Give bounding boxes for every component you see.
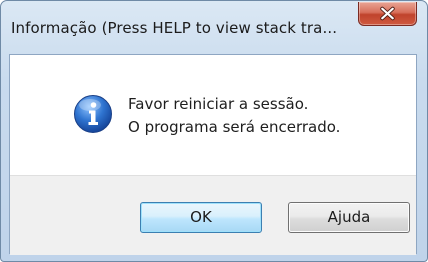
close-icon [380, 6, 395, 21]
information-icon [74, 95, 112, 133]
message-line-2: O programa será encerrado. [128, 118, 341, 136]
title-bar[interactable]: Informação (Press HELP to view stack tra… [1, 1, 427, 53]
dialog-window: Informação (Press HELP to view stack tra… [0, 0, 428, 262]
window-title: Informação (Press HELP to view stack tra… [11, 19, 338, 37]
close-button[interactable] [358, 2, 417, 26]
message-text: Favor reiniciar a sessão. O programa ser… [128, 93, 340, 139]
message-line-1: Favor reiniciar a sessão. [128, 95, 309, 113]
ok-button[interactable]: OK [140, 202, 262, 233]
dialog-content: Favor reiniciar a sessão. O programa ser… [9, 54, 417, 255]
help-button[interactable]: Ajuda [288, 202, 410, 233]
